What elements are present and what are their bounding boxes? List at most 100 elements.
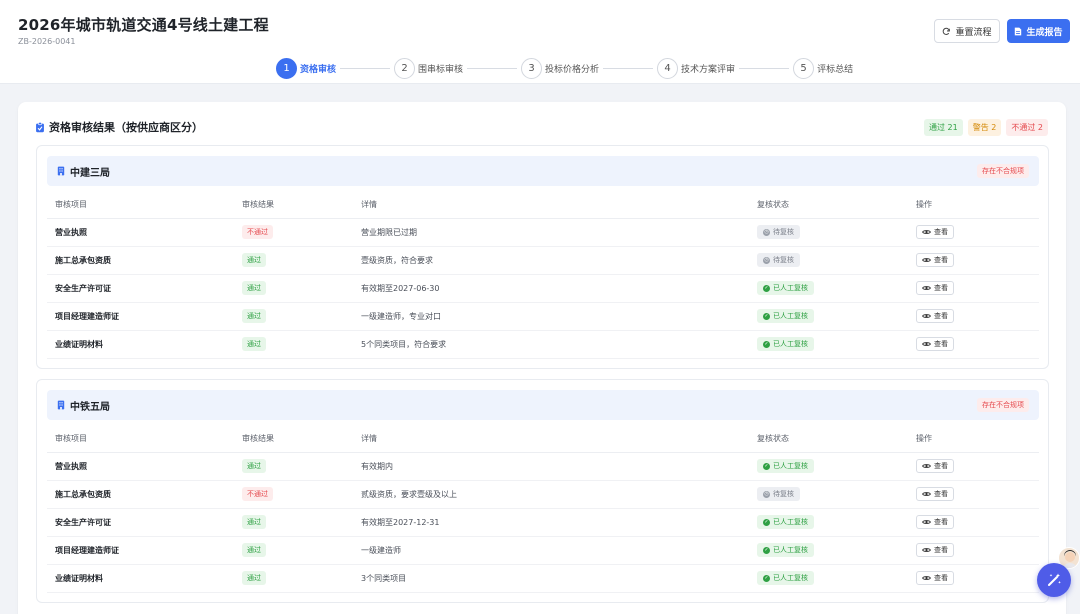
audit-detail: 有效期内 — [353, 452, 749, 481]
step-connector — [739, 67, 790, 69]
result-pass-badge: 通过 — [242, 515, 266, 529]
result-pass-badge: 通过 — [242, 281, 266, 295]
status-pending-badge: ◷ 待复核 — [757, 253, 800, 267]
status-done-badge: ✓ 已人工复核 — [757, 337, 814, 351]
ai-assistant-fab[interactable] — [1037, 563, 1071, 597]
audit-detail: 有效期至2027-12-31 — [353, 508, 749, 537]
warn-count-badge: 警告 2 — [967, 119, 1002, 136]
status-text: 待复核 — [773, 490, 794, 498]
clipboard-check-icon — [36, 121, 44, 132]
audit-item: 业绩证明材料 — [47, 564, 234, 593]
status-pending-badge: ◷ 待复核 — [757, 487, 800, 501]
step-summary[interactable]: 5 评标总结 — [793, 57, 854, 79]
step-qualification[interactable]: 1 资格审核 — [276, 57, 336, 79]
audit-item: 营业执照 — [47, 452, 234, 481]
view-button[interactable]: 查看 — [916, 225, 954, 239]
status-text: 已人工复核 — [773, 574, 808, 582]
supplier-name: 中建三局 — [57, 164, 110, 179]
generate-report-label: 生成报告 — [1026, 27, 1063, 38]
view-button[interactable]: 查看 — [916, 309, 954, 323]
view-label: 查看 — [934, 490, 948, 498]
result-pass-badge: 通过 — [242, 253, 266, 267]
audit-detail: 有效期至2027-06-30 — [353, 274, 749, 303]
view-button[interactable]: 查看 — [916, 253, 954, 267]
view-button[interactable]: 查看 — [916, 515, 954, 529]
eye-icon — [922, 464, 931, 468]
status-done-badge: ✓ 已人工复核 — [757, 459, 814, 473]
status-pending-badge: ◷ 待复核 — [757, 225, 800, 239]
qualification-panel: 资格审核结果（按供应商区分） 通过 21 警告 2 不通过 2 中建三局 存在不… — [18, 102, 1066, 614]
section-title-text: 资格审核结果（按供应商区分） — [49, 121, 203, 134]
eye-icon — [922, 548, 931, 552]
audit-item: 施工总承包资质 — [47, 480, 234, 509]
eye-icon — [922, 520, 931, 524]
check-circle-icon: ✓ — [763, 312, 770, 320]
step-connector — [467, 67, 518, 69]
table-row: 营业执照 通过 有效期内 ✓ 已人工复核 查看 — [47, 452, 1039, 481]
table-row: 安全生产许可证 通过 有效期至2027-06-30 ✓ 已人工复核 查看 — [47, 274, 1039, 303]
view-button[interactable]: 查看 — [916, 459, 954, 473]
col-action: 操作 — [908, 426, 1039, 453]
view-button[interactable]: 查看 — [916, 571, 954, 585]
status-text: 待复核 — [773, 256, 794, 264]
col-status: 复核状态 — [749, 426, 908, 453]
step-label: 投标价格分析 — [545, 64, 600, 75]
col-result: 审核结果 — [234, 192, 353, 219]
eye-icon — [922, 230, 931, 234]
noncompliance-tag: 存在不合规项 — [977, 398, 1029, 412]
building-icon — [57, 166, 65, 176]
audit-item: 施工总承包资质 — [47, 246, 234, 275]
view-label: 查看 — [934, 256, 948, 264]
step-price-analysis[interactable]: 3 投标价格分析 — [521, 57, 600, 79]
reset-flow-button[interactable]: 重置流程 — [934, 19, 1000, 43]
step-label: 评标总结 — [817, 64, 854, 75]
check-circle-icon: ✓ — [763, 462, 770, 470]
check-circle-icon: ✓ — [763, 340, 770, 348]
table-row: 项目经理建造师证 通过 一级建造师，专业对口 ✓ 已人工复核 查看 — [47, 302, 1039, 331]
eye-icon — [922, 258, 931, 262]
supplier-name: 中铁五局 — [57, 398, 110, 413]
status-text: 已人工复核 — [773, 312, 808, 320]
step-technical-review[interactable]: 4 技术方案评审 — [657, 57, 735, 79]
page-header: 2026年城市轨道交通4号线土建工程 ZB-2026-0041 重置流程 生成报… — [0, 0, 1080, 84]
generate-report-button[interactable]: 生成报告 — [1007, 19, 1070, 43]
audit-table: 审核项目 审核结果 详情 复核状态 操作 营业执照 通过 有效期内 ✓ 已人工复核… — [47, 426, 1039, 593]
result-fail-badge: 不通过 — [242, 225, 273, 239]
audit-item: 安全生产许可证 — [47, 274, 234, 303]
table-header-row: 审核项目 审核结果 详情 复核状态 操作 — [47, 426, 1039, 453]
step-number: 1 — [276, 57, 297, 79]
view-label: 查看 — [934, 546, 948, 554]
step-number: 2 — [394, 57, 416, 79]
result-pass-badge: 通过 — [242, 459, 266, 473]
col-status: 复核状态 — [749, 192, 908, 219]
check-circle-icon: ✓ — [763, 518, 770, 526]
table-row: 项目经理建造师证 通过 一级建造师 ✓ 已人工复核 查看 — [47, 536, 1039, 565]
supplier-card: 中建三局 存在不合规项 审核项目 审核结果 详情 复核状态 操作 营业执照 不通… — [36, 145, 1049, 369]
view-button[interactable]: 查看 — [916, 487, 954, 501]
project-code: ZB-2026-0041 — [18, 37, 76, 46]
step-number: 5 — [793, 57, 815, 79]
audit-detail: 壹级资质，符合要求 — [353, 246, 749, 275]
audit-detail: 营业期限已过期 — [353, 218, 749, 247]
step-label: 围串标审核 — [418, 64, 464, 75]
audit-detail: 5个同类项目，符合要求 — [353, 330, 749, 359]
fail-count-badge: 不通过 2 — [1006, 119, 1048, 136]
eye-icon — [922, 576, 931, 580]
step-collusion[interactable]: 2 围串标审核 — [394, 57, 464, 79]
view-button[interactable]: 查看 — [916, 337, 954, 351]
eye-icon — [922, 286, 931, 290]
step-connector — [603, 67, 654, 69]
supplier-header: 中建三局 存在不合规项 — [47, 156, 1039, 186]
reset-flow-label: 重置流程 — [955, 27, 992, 38]
step-number: 4 — [657, 57, 679, 79]
audit-item: 项目经理建造师证 — [47, 536, 234, 565]
table-header-row: 审核项目 审核结果 详情 复核状态 操作 — [47, 192, 1039, 219]
refresh-icon — [943, 27, 951, 35]
view-button[interactable]: 查看 — [916, 281, 954, 295]
col-detail: 详情 — [353, 192, 749, 219]
clock-icon: ◷ — [763, 490, 770, 498]
table-row: 施工总承包资质 通过 壹级资质，符合要求 ◷ 待复核 查看 — [47, 246, 1039, 275]
view-label: 查看 — [934, 312, 948, 320]
view-button[interactable]: 查看 — [916, 543, 954, 557]
status-text: 待复核 — [773, 228, 794, 236]
